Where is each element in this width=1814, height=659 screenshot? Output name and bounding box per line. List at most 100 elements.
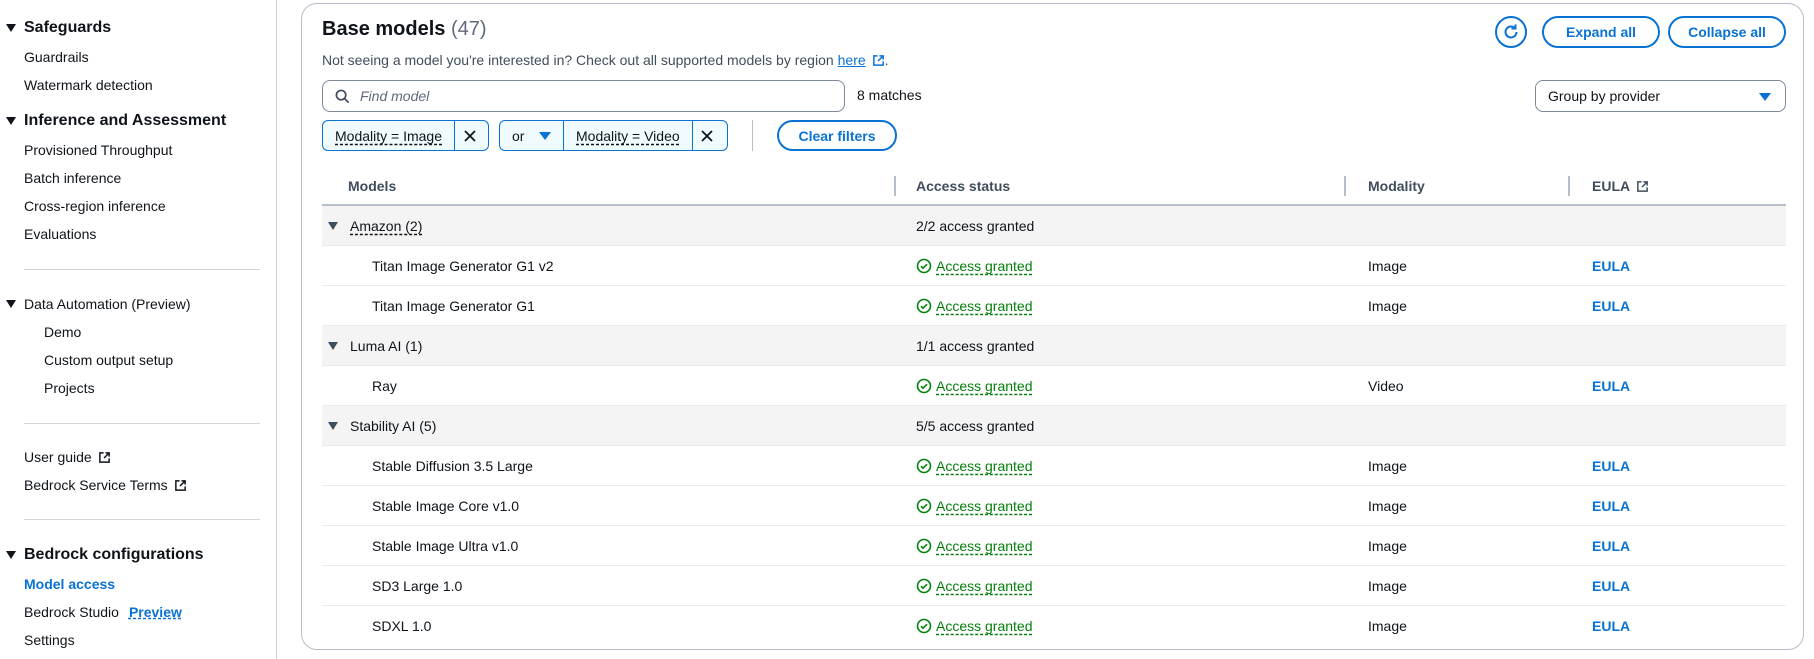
eula-link[interactable]: EULA <box>1592 486 1630 525</box>
column-header-eula[interactable]: EULA <box>1592 178 1649 194</box>
preview-badge-link[interactable]: Preview <box>129 604 182 620</box>
modality: Image <box>1368 257 1407 274</box>
filter-operator-select[interactable]: or <box>499 120 564 151</box>
modality: Image <box>1368 497 1407 514</box>
filter-token-label[interactable]: Modality = Image <box>323 121 454 150</box>
access-status[interactable]: Access granted <box>916 298 1033 314</box>
table-row: Stable Image Core v1.0 Access granted Im… <box>322 486 1786 526</box>
external-link-icon <box>174 479 186 491</box>
page-title: Base models (47) <box>322 18 487 40</box>
side-navigation: Safeguards Guardrails Watermark detectio… <box>0 0 277 659</box>
remove-filter-button[interactable] <box>454 121 484 150</box>
nav-guardrails[interactable]: Guardrails <box>24 49 89 65</box>
nav-cross-region-inference[interactable]: Cross-region inference <box>24 198 166 214</box>
collapse-all-button[interactable]: Collapse all <box>1668 16 1786 48</box>
region-models-link[interactable]: here <box>838 52 866 68</box>
access-status[interactable]: Access granted <box>916 498 1033 514</box>
column-resizer[interactable] <box>1344 176 1346 196</box>
eula-link[interactable]: EULA <box>1592 286 1630 325</box>
eula-link[interactable]: EULA <box>1592 366 1630 405</box>
filter-token-image: Modality = Image <box>322 120 489 151</box>
model-count: (47) <box>450 18 487 40</box>
nav-batch-inference[interactable]: Batch inference <box>24 170 121 186</box>
eula-link[interactable]: EULA <box>1592 526 1630 565</box>
section-inference[interactable]: Inference and Assessment <box>6 112 226 130</box>
nav-settings[interactable]: Settings <box>24 632 75 648</box>
divider <box>24 519 260 520</box>
modality: Image <box>1368 537 1407 554</box>
nav-watermark-detection[interactable]: Watermark detection <box>24 77 153 93</box>
section-bedrock-configurations[interactable]: Bedrock configurations <box>6 546 204 564</box>
group-row-stability-ai[interactable]: Stability AI (5) 5/5 access granted <box>322 406 1786 446</box>
group-row-amazon[interactable]: Amazon (2) 2/2 access granted <box>322 206 1786 246</box>
check-circle-icon <box>916 578 932 593</box>
eula-link[interactable]: EULA <box>1592 566 1630 605</box>
group-by-select[interactable]: Group by provider <box>1535 80 1786 112</box>
caret-down-icon <box>6 300 16 308</box>
provider-name[interactable]: Amazon (2) <box>350 218 422 234</box>
expand-all-button[interactable]: Expand all <box>1542 16 1660 48</box>
nav-custom-output-setup[interactable]: Custom output setup <box>44 352 173 368</box>
caret-down-icon <box>328 341 338 350</box>
modality: Image <box>1368 457 1407 474</box>
column-header-modality[interactable]: Modality <box>1368 178 1425 194</box>
table-row: Ray Access granted Video EULA <box>322 366 1786 406</box>
table-row: Stable Image Ultra v1.0 Access granted I… <box>322 526 1786 566</box>
caret-down-icon <box>328 221 338 230</box>
caret-down-icon <box>6 117 16 125</box>
section-safeguards[interactable]: Safeguards <box>6 19 111 37</box>
access-status[interactable]: Access granted <box>916 578 1033 594</box>
access-status[interactable]: Access granted <box>916 458 1033 474</box>
column-resizer[interactable] <box>1568 176 1570 196</box>
access-status[interactable]: Access granted <box>916 378 1033 394</box>
filter-token-label[interactable]: Modality = Video <box>564 121 692 150</box>
model-name: SDXL 1.0 <box>372 618 432 634</box>
section-data-automation[interactable]: Data Automation (Preview) <box>6 296 191 312</box>
eula-link[interactable]: EULA <box>1592 246 1630 285</box>
group-summary: 2/2 access granted <box>916 217 1035 234</box>
nav-projects[interactable]: Projects <box>44 380 95 396</box>
nav-provisioned-throughput[interactable]: Provisioned Throughput <box>24 142 172 158</box>
group-summary: 1/1 access granted <box>916 337 1035 354</box>
model-name: Ray <box>372 377 397 394</box>
filter-divider <box>752 120 753 151</box>
divider <box>24 269 260 270</box>
table-header: Models Access status Modality EULA <box>322 168 1786 206</box>
group-row-luma-ai[interactable]: Luma AI (1) 1/1 access granted <box>322 326 1786 366</box>
column-resizer[interactable] <box>894 176 896 196</box>
access-status[interactable]: Access granted <box>916 618 1033 634</box>
search-icon <box>335 89 350 103</box>
external-link-icon <box>98 451 110 463</box>
model-name: SD3 Large 1.0 <box>372 577 463 594</box>
clear-filters-button[interactable]: Clear filters <box>777 120 897 151</box>
caret-down-icon <box>539 132 551 140</box>
model-name: Stable Image Ultra v1.0 <box>372 537 519 554</box>
remove-filter-button[interactable] <box>691 121 722 150</box>
nav-service-terms[interactable]: Bedrock Service Terms <box>24 477 187 493</box>
caret-down-icon <box>1759 93 1771 101</box>
find-model-input[interactable]: Find model <box>322 80 845 112</box>
access-status[interactable]: Access granted <box>916 258 1033 274</box>
check-circle-icon <box>916 618 932 634</box>
group-summary: 5/5 access granted <box>916 417 1035 434</box>
eula-link[interactable]: EULA <box>1592 446 1630 485</box>
nav-demo[interactable]: Demo <box>44 324 81 340</box>
nav-bedrock-studio[interactable]: Bedrock Studio Preview <box>24 604 182 620</box>
divider <box>24 423 260 424</box>
check-circle-icon <box>916 298 932 313</box>
column-header-access-status[interactable]: Access status <box>916 178 1010 194</box>
column-header-models[interactable]: Models <box>348 178 396 194</box>
refresh-button[interactable] <box>1495 16 1527 48</box>
nav-evaluations[interactable]: Evaluations <box>24 226 96 242</box>
eula-link[interactable]: EULA <box>1592 606 1630 646</box>
nav-model-access[interactable]: Model access <box>24 576 115 592</box>
provider-name: Stability AI (5) <box>350 417 437 434</box>
check-circle-icon <box>916 498 932 513</box>
close-icon <box>701 129 713 142</box>
refresh-icon <box>1504 24 1518 39</box>
search-placeholder: Find model <box>360 88 430 104</box>
caret-down-icon <box>6 551 16 559</box>
page-description: Not seeing a model you're interested in?… <box>322 52 889 68</box>
nav-user-guide[interactable]: User guide <box>24 449 111 465</box>
access-status[interactable]: Access granted <box>916 538 1033 554</box>
